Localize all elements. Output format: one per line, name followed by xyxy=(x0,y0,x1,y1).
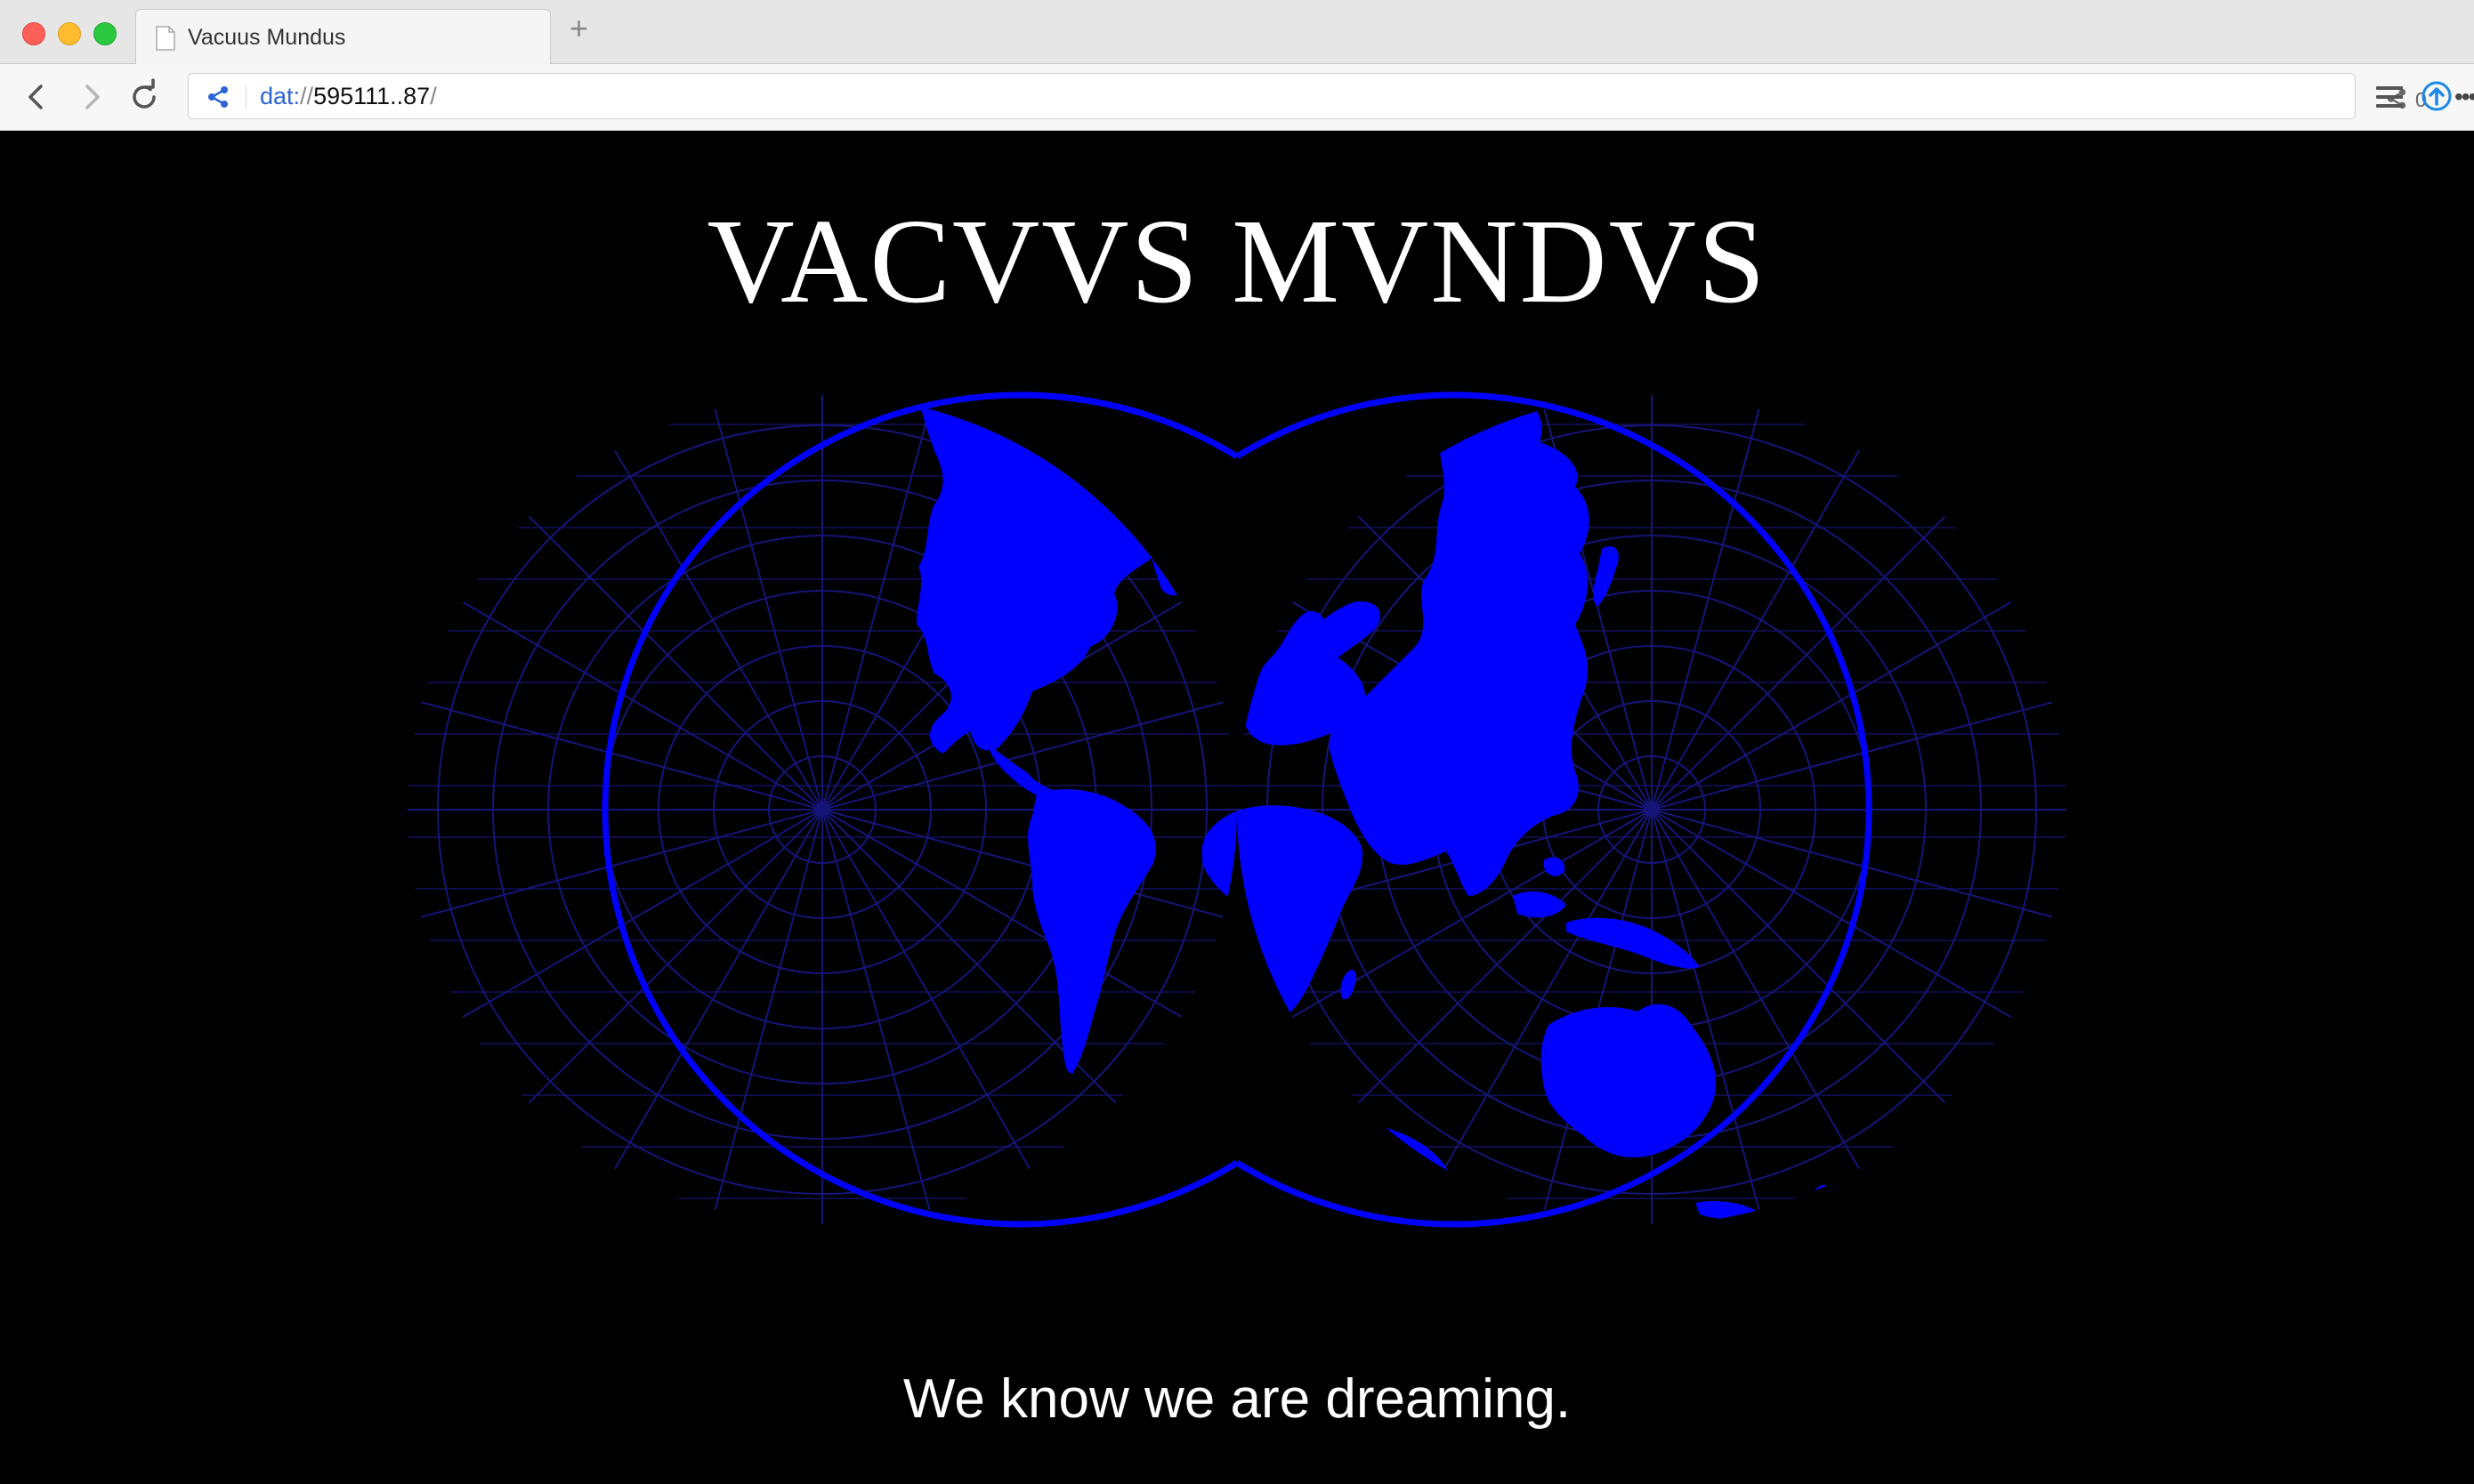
url-scheme: dat: xyxy=(260,83,301,109)
browser-window: Vacuus Mundus + dat://595111..87/ 0 ••• … xyxy=(0,0,2474,1484)
landmass-africa xyxy=(1201,805,1362,1020)
landmass-australia xyxy=(1540,1004,1717,1157)
landmass-greenland xyxy=(1146,494,1221,596)
menu-icon[interactable] xyxy=(2374,82,2405,112)
close-window-button[interactable] xyxy=(22,22,45,45)
graticule-grid xyxy=(408,395,2066,1224)
minimize-window-button[interactable] xyxy=(58,22,81,45)
forward-icon[interactable] xyxy=(73,78,110,116)
back-icon[interactable] xyxy=(18,78,55,116)
landmass-new-zealand xyxy=(1695,1184,1829,1224)
page-content: VACVVS MVNDVS We know we are dreaming. xyxy=(0,131,2474,1484)
url-separator xyxy=(246,85,247,109)
url-text[interactable]: dat://595111..87/ xyxy=(260,83,437,110)
landmass-north-america xyxy=(917,395,1174,754)
url-trailing-slash: / xyxy=(430,83,437,109)
share-network-icon[interactable] xyxy=(206,85,230,109)
landmass-antarctic-peninsula xyxy=(1126,1092,1146,1145)
tab-title: Vacuus Mundus xyxy=(188,25,346,50)
tab-strip: Vacuus Mundus + xyxy=(0,0,2474,64)
landmasses xyxy=(917,395,1829,1224)
navigation-toolbar: dat://595111..87/ 0 ••• xyxy=(0,64,2474,131)
tab-vacuus-mundus[interactable]: Vacuus Mundus xyxy=(135,9,551,64)
more-options-button[interactable]: ••• xyxy=(2454,85,2474,109)
address-bar[interactable]: dat://595111..87/ 0 ••• xyxy=(188,73,2474,119)
world-map-projection xyxy=(408,391,2066,1228)
landmass-japan xyxy=(1593,545,1619,607)
url-slashes: // xyxy=(300,83,314,109)
landmass-antarctica xyxy=(1081,1118,1453,1224)
landmass-madagascar xyxy=(1340,970,1357,1000)
page-tagline: We know we are dreaming. xyxy=(902,1368,1572,1430)
page-title: VACVVS MVNDVS xyxy=(707,195,1767,328)
page-icon xyxy=(156,26,175,51)
reload-icon[interactable] xyxy=(126,78,164,116)
new-tab-button[interactable]: + xyxy=(570,12,588,44)
update-available-icon[interactable] xyxy=(2421,80,2453,112)
url-host: 595111..87 xyxy=(313,83,431,109)
zoom-window-button[interactable] xyxy=(93,22,117,45)
